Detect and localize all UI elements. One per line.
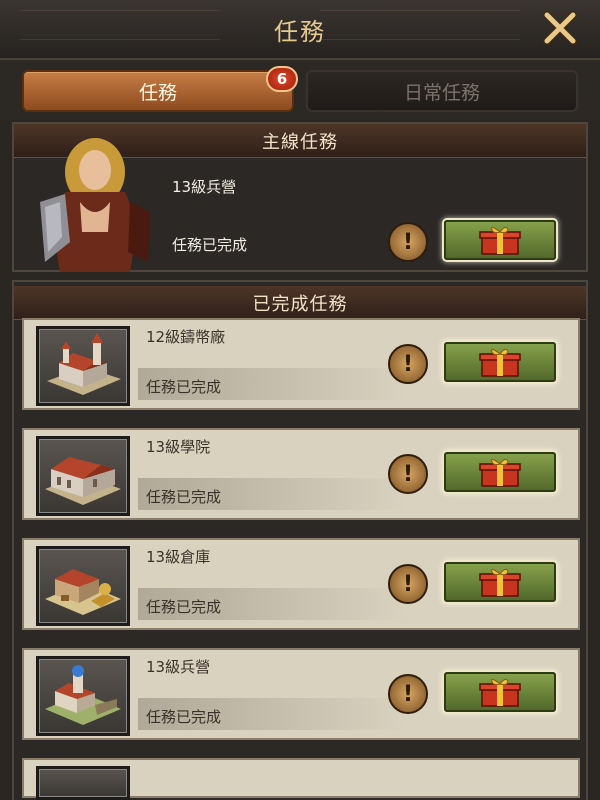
quest-status: 任務已完成 [146,598,222,616]
list-item: 13級學院 任務已完成 ! [22,428,580,520]
quest-count-badge: 6 [266,66,298,92]
warehouse-building-icon [45,569,121,615]
exclamation-icon: ! [402,681,414,707]
gift-icon [479,226,521,255]
quest-name: 13級學院 [146,438,211,456]
quest-claim-button[interactable] [444,562,556,602]
quest-claim-button[interactable] [444,342,556,382]
quest-status: 任務已完成 [146,708,222,726]
tab-quests[interactable]: 任務 [22,70,294,112]
main-quest-name: 13級兵營 [172,178,237,196]
close-icon [543,11,577,45]
building-thumbnail [36,766,130,800]
main-quest-info-button[interactable]: ! [388,222,428,262]
gift-icon [479,678,521,707]
gift-icon [479,568,521,597]
exclamation-icon: ! [402,229,414,255]
heroine-portrait [40,138,150,272]
list-item: 13級倉庫 任務已完成 ! [22,538,580,630]
tab-daily-quests[interactable]: 日常任務 [306,70,578,112]
quest-name: 13級倉庫 [146,548,211,566]
tab-bar: 任務 6 日常任務 [0,60,600,120]
academy-building-icon [45,457,121,505]
building-thumbnail [36,656,130,736]
list-item-partial [22,758,580,800]
tab-daily-quests-label: 日常任務 [403,81,480,104]
quest-info-button[interactable]: ! [388,564,428,604]
exclamation-icon: ! [402,571,414,597]
quest-claim-button[interactable] [444,672,556,712]
quest-info-button[interactable]: ! [388,344,428,384]
main-quest-status: 任務已完成 [172,236,248,254]
building-thumbnail [36,436,130,516]
list-item: 12級鑄幣廠 任務已完成 ! [22,318,580,410]
completed-quests-header: 已完成任務 [14,286,586,320]
quest-claim-button[interactable] [444,452,556,492]
gift-icon [479,348,521,377]
quest-name: 13級兵營 [146,658,211,676]
exclamation-icon: ! [402,461,414,487]
window-title: 任務 [274,18,326,46]
title-bar: 任務 [0,0,600,60]
building-thumbnail [36,546,130,626]
mint-building-icon [47,333,121,395]
gift-icon [479,458,521,487]
close-button[interactable] [538,8,582,48]
completed-quests-panel: 已完成任務 12級鑄幣廠 任務已完成 ! 13級學院 任務已完成 ! 13級倉庫… [12,280,588,800]
exclamation-icon: ! [402,351,414,377]
quest-name: 12級鑄幣廠 [146,328,226,346]
list-item: 13級兵營 任務已完成 ! [22,648,580,740]
quest-info-button[interactable]: ! [388,674,428,714]
tab-quests-label: 任務 [138,81,177,104]
barracks-building-icon [45,665,121,725]
main-quest-panel: 主線任務 13級兵營 任務已完成 ! [12,122,588,272]
quest-status: 任務已完成 [146,378,222,396]
building-thumbnail [36,326,130,406]
quest-status: 任務已完成 [146,488,222,506]
quest-info-button[interactable]: ! [388,454,428,494]
main-quest-claim-button[interactable] [444,220,556,260]
